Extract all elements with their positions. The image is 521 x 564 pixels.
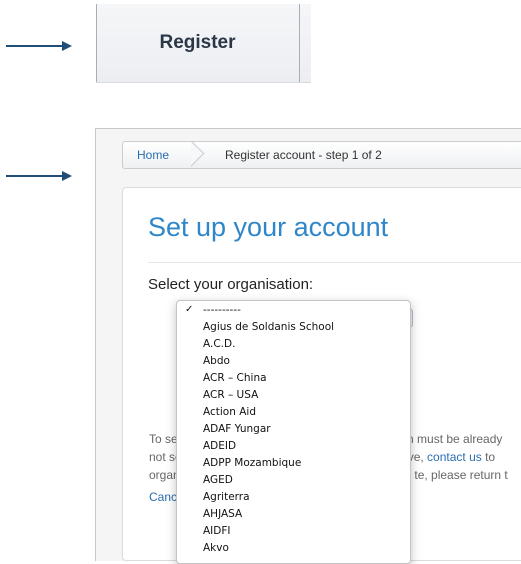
breadcrumb-home-link[interactable]: Home [137,148,169,162]
dropdown-option[interactable]: Agriterra [203,490,250,505]
dropdown-option[interactable]: ADEID [203,439,236,454]
register-tab[interactable]: Register [96,4,299,82]
arrow-right-icon [6,171,72,181]
breadcrumb-current: Register account - step 1 of 2 [225,148,382,162]
dropdown-option[interactable]: ADPP Mozambique [203,456,301,471]
dropdown-option[interactable]: Agius de Soldanis School [203,320,334,335]
dropdown-option[interactable]: ADAF Yungar [203,422,271,437]
dropdown-option[interactable]: Abdo [203,354,230,369]
dropdown-option[interactable]: ---------- [203,303,241,318]
dropdown-option[interactable]: A.C.D. [203,337,235,352]
dropdown-option[interactable]: AHJASA [203,507,242,522]
page-title: Set up your account [148,212,389,242]
title-divider [148,262,521,263]
arrow-right-icon [6,41,72,51]
dropdown-option[interactable]: Action Aid [203,405,256,420]
contact-us-link[interactable]: contact us [427,450,482,464]
dropdown-option[interactable]: AGED [203,473,233,488]
dropdown-option[interactable]: ACR – USA [203,388,258,403]
checkmark-icon: ✓ [185,304,194,315]
dropdown-option[interactable]: Akvo [203,541,229,556]
dropdown-option[interactable]: AIDFI [203,524,231,539]
breadcrumb: Home Register account - step 1 of 2 [122,141,521,169]
register-tab-crop: Register [96,4,311,83]
organisation-dropdown-list[interactable]: ✓ ---------- Agius de Soldanis School A.C.… [176,300,411,564]
breadcrumb-chevron-icon [191,141,217,167]
organisation-select-label: Select your organisation: [148,276,314,293]
dropdown-option[interactable]: ACR – China [203,371,267,386]
